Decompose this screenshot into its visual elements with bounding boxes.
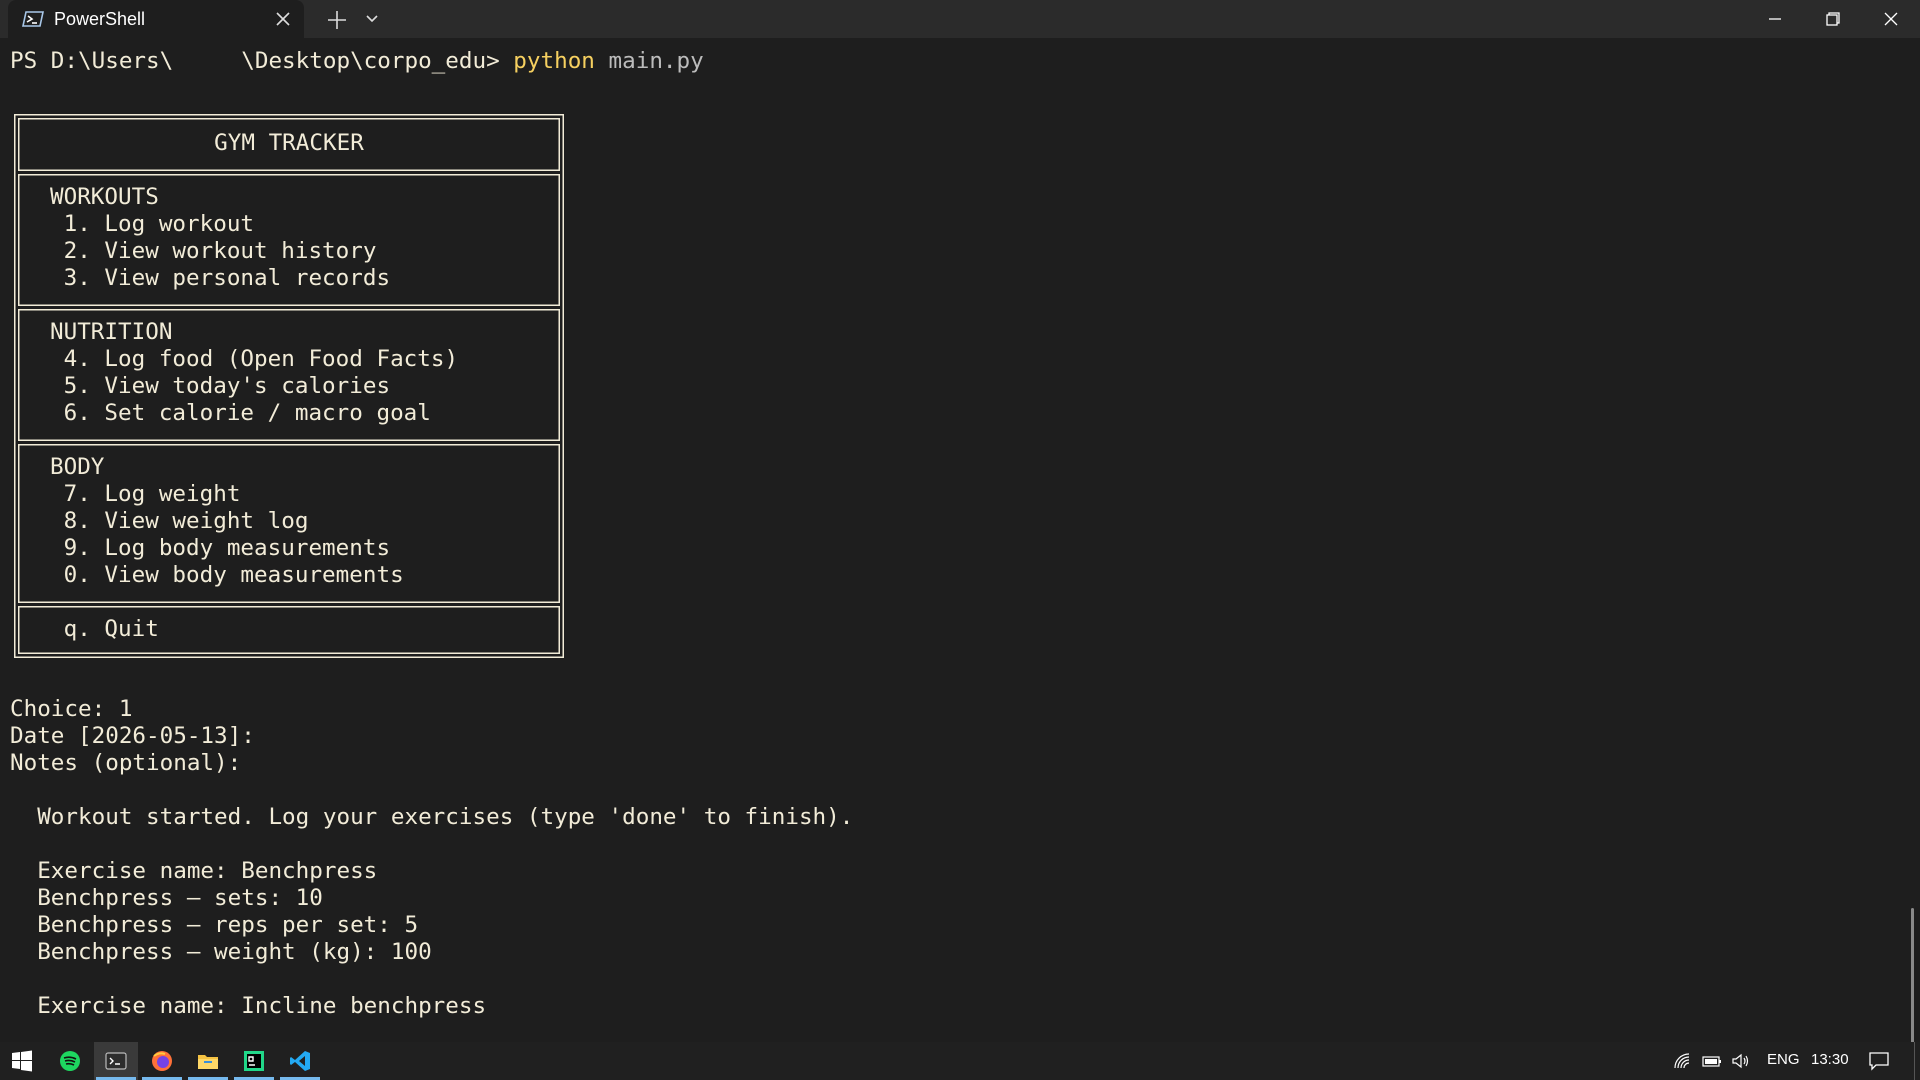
- chevron-down-icon[interactable]: [364, 12, 380, 26]
- menu-item-quit: q. Quit: [50, 616, 159, 642]
- output-line: Exercise name: Benchpress: [10, 858, 378, 884]
- section-heading-body: BODY: [50, 454, 105, 480]
- prompt-path: PS D:\Users\ \Desktop\corpo_edu>: [10, 48, 514, 74]
- terminal-icon: [105, 1052, 127, 1070]
- vscode-icon: [290, 1051, 310, 1071]
- output-line: Benchpress — weight (kg): 100: [10, 939, 432, 965]
- output-line: Benchpress — reps per set: 5: [10, 912, 419, 938]
- menu-item: 2. View workout history: [50, 238, 377, 264]
- clock[interactable]: 13:30: [1811, 1051, 1849, 1068]
- output-line: Benchpress — sets: 10: [10, 885, 323, 911]
- prompt-argument: main.py: [594, 48, 704, 74]
- restore-button[interactable]: [1804, 0, 1862, 38]
- section-heading-workouts: WORKOUTS: [50, 184, 159, 210]
- title-bar: PowerShell: [0, 0, 1920, 38]
- menu-item: 4. Log food (Open Food Facts): [50, 346, 459, 372]
- taskbar-terminal[interactable]: [94, 1042, 138, 1080]
- show-desktop-button[interactable]: [1914, 1042, 1920, 1080]
- terminal-pane[interactable]: PS D:\Users\ \Desktop\corpo_edu> python …: [0, 38, 1920, 1044]
- menu-title: GYM TRACKER: [214, 130, 364, 156]
- taskbar-spotify[interactable]: [48, 1042, 92, 1080]
- language-indicator[interactable]: ENG: [1767, 1051, 1800, 1068]
- menu-item: 9. Log body measurements: [50, 535, 391, 561]
- new-tab-icon[interactable]: [326, 9, 348, 31]
- menu-item: 1. Log workout: [50, 211, 255, 237]
- taskbar-pycharm[interactable]: [232, 1042, 276, 1080]
- close-icon: [1884, 12, 1898, 26]
- output-line: Notes (optional):: [10, 750, 242, 776]
- wifi-icon[interactable]: [1673, 1052, 1693, 1070]
- powershell-icon: [22, 11, 44, 27]
- taskbar-file-explorer[interactable]: [186, 1042, 230, 1080]
- output-line: Date [2026-05-13]:: [10, 723, 255, 749]
- folder-icon: [198, 1055, 218, 1069]
- menu-item: 3. View personal records: [50, 265, 391, 291]
- spotify-icon: [60, 1051, 80, 1071]
- close-window-button[interactable]: [1862, 0, 1920, 38]
- section-heading-nutrition: NUTRITION: [50, 319, 173, 345]
- prompt-command: python: [513, 48, 595, 74]
- tab-powershell[interactable]: PowerShell: [8, 0, 304, 38]
- menu-item: 5. View today's calories: [50, 373, 391, 399]
- restore-icon: [1826, 12, 1840, 26]
- minimize-icon: [1769, 18, 1781, 20]
- firefox-icon: [152, 1051, 172, 1071]
- taskbar: ENG 13:30: [0, 1042, 1920, 1080]
- taskbar-vscode[interactable]: [278, 1042, 322, 1080]
- menu-item: 8. View weight log: [50, 508, 309, 534]
- battery-icon[interactable]: [1702, 1052, 1722, 1070]
- output-line: Choice: 1: [10, 696, 133, 722]
- scrollbar[interactable]: [1911, 908, 1914, 1044]
- menu-item: 0. View body measurements: [50, 562, 404, 588]
- windows-icon: [12, 1050, 32, 1072]
- tab-title: PowerShell: [54, 9, 146, 29]
- menu-box: GYM TRACKER WORKOUTS 1. Log workout 2. V…: [14, 114, 564, 658]
- menu-item: 7. Log weight: [50, 481, 241, 507]
- output-line: Exercise name: Incline benchpress: [10, 993, 487, 1019]
- menu-item: 6. Set calorie / macro goal: [50, 400, 431, 426]
- close-tab-icon[interactable]: [274, 10, 292, 28]
- taskbar-firefox[interactable]: [140, 1042, 184, 1080]
- notification-icon[interactable]: [1868, 1051, 1890, 1071]
- start-button[interactable]: [0, 1042, 44, 1080]
- output-line: Workout started. Log your exercises (typ…: [10, 804, 854, 830]
- minimize-button[interactable]: [1746, 0, 1804, 38]
- volume-icon[interactable]: [1731, 1052, 1751, 1070]
- prompt-line: PS D:\Users\ \Desktop\corpo_edu> python …: [10, 48, 704, 75]
- pycharm-icon: [244, 1051, 264, 1071]
